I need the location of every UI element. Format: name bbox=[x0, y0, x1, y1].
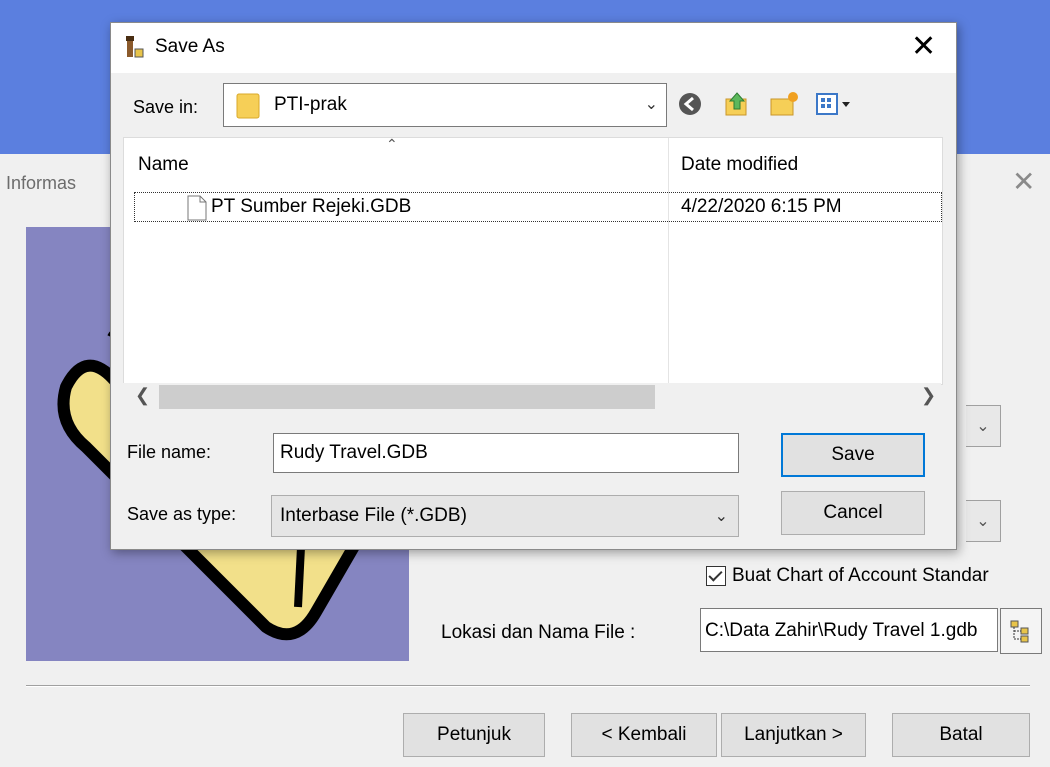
dialog-title: Save As bbox=[155, 36, 225, 57]
wizard-select-2-arrow[interactable]: ⌄ bbox=[966, 500, 1001, 542]
file-name-label: File name: bbox=[127, 442, 212, 462]
chevron-down-icon: ⌄ bbox=[714, 508, 728, 525]
cancel-button[interactable]: Cancel bbox=[781, 491, 925, 535]
column-header-date[interactable]: Date modified bbox=[681, 154, 798, 176]
file-list[interactable]: ⌃ Name Date modified PT Sumber Rejeki.GD… bbox=[123, 137, 943, 385]
location-input[interactable]: C:\Data Zahir\Rudy Travel 1.gdb bbox=[700, 608, 998, 652]
chart-of-account-label: Buat Chart of Account Standar bbox=[732, 565, 989, 586]
view-menu-icon[interactable] bbox=[815, 89, 859, 119]
wizard-close-icon[interactable]: ✕ bbox=[1012, 165, 1035, 198]
file-name: PT Sumber Rejeki.GDB bbox=[211, 196, 412, 217]
sort-up-icon: ⌃ bbox=[386, 137, 398, 152]
wizard-title: Informas bbox=[6, 173, 77, 193]
browse-folder-button[interactable] bbox=[1000, 608, 1042, 654]
dialog-titlebar: Save As ✕ bbox=[111, 23, 956, 73]
save-in-label: Save in: bbox=[133, 97, 199, 117]
chevron-down-icon: ⌄ bbox=[644, 96, 658, 113]
file-icon bbox=[187, 195, 207, 221]
save-button[interactable]: Save bbox=[781, 433, 925, 477]
file-date: 4/22/2020 6:15 PM bbox=[681, 196, 842, 217]
horizontal-scrollbar[interactable]: ❮ ❯ bbox=[123, 383, 941, 411]
wizard-select-1-arrow[interactable]: ⌄ bbox=[966, 405, 1001, 447]
save-type-label: Save as type: bbox=[127, 504, 237, 524]
save-type-value: Interbase File (*.GDB) bbox=[280, 505, 467, 526]
file-row[interactable]: PT Sumber Rejeki.GDB 4/22/2020 6:15 PM bbox=[134, 192, 942, 222]
save-type-dropdown[interactable]: Interbase File (*.GDB) ⌄ bbox=[271, 495, 739, 537]
save-as-dialog: Save As ✕ Save in: PTI-prak ⌄ ⌃ Name Dat… bbox=[110, 22, 957, 550]
column-separator bbox=[668, 138, 669, 384]
back-button[interactable]: < Kembali bbox=[571, 713, 717, 757]
close-icon[interactable]: ✕ bbox=[911, 29, 936, 64]
scroll-thumb[interactable] bbox=[159, 385, 655, 409]
file-name-input[interactable]: Rudy Travel.GDB bbox=[273, 433, 739, 473]
cancel-wizard-button[interactable]: Batal bbox=[892, 713, 1030, 757]
folder-icon bbox=[236, 93, 260, 119]
up-folder-icon[interactable] bbox=[721, 89, 753, 119]
folder-tree-icon bbox=[1010, 620, 1029, 643]
next-button[interactable]: Lanjutkan > bbox=[721, 713, 866, 757]
back-icon[interactable] bbox=[675, 89, 705, 119]
new-folder-icon[interactable] bbox=[767, 89, 801, 119]
chart-of-account-checkbox-row[interactable]: Buat Chart of Account Standar bbox=[706, 565, 989, 587]
scroll-right-icon[interactable]: ❯ bbox=[921, 385, 936, 406]
save-in-dropdown[interactable]: PTI-prak ⌄ bbox=[223, 83, 667, 127]
help-button[interactable]: Petunjuk bbox=[403, 713, 545, 757]
wizard-separator bbox=[26, 685, 1030, 687]
location-label: Lokasi dan Nama File : bbox=[441, 622, 636, 643]
chart-of-account-checkbox[interactable] bbox=[706, 566, 726, 586]
app-icon bbox=[123, 35, 145, 64]
scroll-left-icon[interactable]: ❮ bbox=[135, 385, 150, 406]
column-header-name[interactable]: Name bbox=[138, 154, 189, 176]
save-in-value: PTI-prak bbox=[274, 94, 347, 115]
